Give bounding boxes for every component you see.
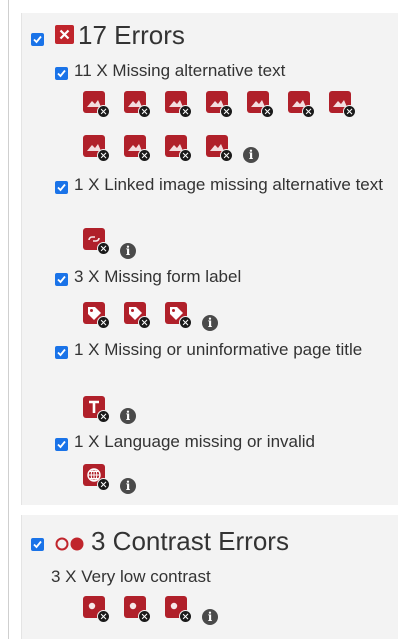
item-label-language: 1 X Language missing or invalid (74, 432, 315, 451)
linked-image-error-icon[interactable] (83, 228, 110, 255)
image-error-icon[interactable] (124, 135, 151, 162)
language-error-icon[interactable] (83, 464, 110, 491)
contrast-error-icon[interactable] (124, 596, 151, 623)
item-checkbox-missing-alt[interactable] (55, 67, 68, 80)
info-icon[interactable]: i (120, 478, 136, 494)
form-label-error-icon[interactable] (124, 302, 151, 329)
image-error-icon[interactable] (206, 91, 233, 118)
info-icon[interactable]: i (120, 243, 136, 259)
image-error-icon[interactable] (83, 91, 110, 118)
contrast-error-icon[interactable] (83, 596, 110, 623)
contrast-checkbox[interactable] (31, 538, 44, 551)
image-error-icon[interactable] (83, 135, 110, 162)
image-error-icon[interactable] (247, 91, 274, 118)
item-label-missing-alt: 11 X Missing alternative text (74, 61, 286, 80)
errors-checkbox[interactable] (31, 33, 44, 46)
image-error-icon[interactable] (206, 135, 233, 162)
image-error-icon[interactable] (288, 91, 315, 118)
item-label-form-label: 3 X Missing form label (74, 267, 242, 286)
error-x-icon (55, 25, 74, 44)
contrast-panel: 3 Contrast Errors 3 X Very low contrast … (21, 515, 398, 639)
item-checkbox-language[interactable] (55, 438, 68, 451)
image-error-icon[interactable] (329, 91, 356, 118)
form-label-error-icon[interactable] (83, 302, 110, 329)
contrast-error-icon[interactable] (165, 596, 192, 623)
contrast-title: 3 Contrast Errors (91, 526, 289, 556)
image-error-icon[interactable] (165, 91, 192, 118)
item-label-very-low-contrast: 3 X Very low contrast (51, 567, 211, 586)
info-icon[interactable]: i (120, 408, 136, 424)
item-label-page-title: 1 X Missing or uninformative page title (74, 340, 363, 359)
left-divider (8, 0, 9, 639)
item-label-linked-image: 1 X Linked image missing alternative tex… (74, 175, 383, 194)
form-label-error-icon[interactable] (165, 302, 192, 329)
contrast-icon (55, 537, 85, 551)
image-error-icon[interactable] (124, 91, 151, 118)
page-title-error-icon[interactable] (83, 396, 110, 423)
errors-title: 17 Errors (78, 20, 185, 50)
info-icon[interactable]: i (202, 609, 218, 625)
image-error-icon[interactable] (165, 135, 192, 162)
info-icon[interactable]: i (202, 315, 218, 331)
item-checkbox-form-label[interactable] (55, 273, 68, 286)
errors-panel: 17 Errors 11 X Missing alternative text … (21, 13, 398, 505)
info-icon[interactable]: i (243, 147, 259, 163)
